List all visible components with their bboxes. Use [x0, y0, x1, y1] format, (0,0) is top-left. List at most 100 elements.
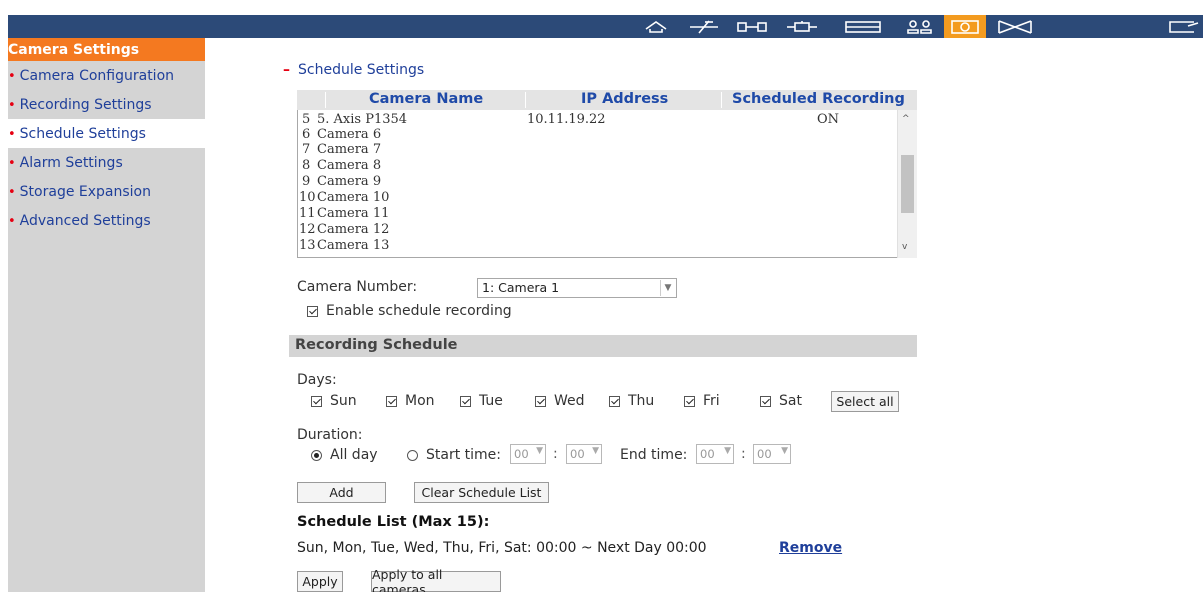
all-day-label: All day	[330, 447, 378, 463]
day-label: Thu	[628, 393, 655, 409]
day-label: Sun	[330, 393, 357, 409]
checkbox-icon[interactable]	[609, 395, 620, 407]
scrollbar-thumb[interactable]	[901, 155, 914, 213]
column-camera-name: Camera Name	[369, 91, 484, 107]
day-sat-checkbox[interactable]: Sat	[760, 393, 802, 409]
enable-schedule-checkbox[interactable]: Enable schedule recording	[307, 303, 512, 319]
sidebar-item-label: Alarm Settings	[19, 155, 123, 171]
sidebar: Camera Settings • Camera Configuration • R…	[8, 38, 205, 592]
scroll-up-icon[interactable]: ^	[902, 114, 910, 124]
users-icon[interactable]	[900, 15, 940, 38]
checkbox-icon[interactable]	[684, 395, 695, 407]
camera-row-number: 10	[299, 190, 316, 205]
bullet-icon: •	[8, 214, 16, 229]
camera-row[interactable]: 13 Camera 13	[298, 238, 898, 253]
scroll-down-icon[interactable]: v	[902, 242, 907, 252]
mail-icon[interactable]	[990, 15, 1040, 38]
start-minute-select[interactable]: 00 ▼	[566, 444, 602, 464]
camera-row-name: Camera 7	[317, 142, 382, 157]
start-hour-value: 00	[514, 447, 529, 461]
end-minute-select[interactable]: 00 ▼	[753, 444, 791, 464]
camera-table-header: Camera Name IP Address Scheduled Recordi…	[297, 90, 917, 110]
sidebar-item-advanced-settings[interactable]: • Advanced Settings	[8, 206, 205, 235]
camera-row[interactable]: 6 Camera 6	[298, 127, 898, 142]
camera-row[interactable]: 10 Camera 10	[298, 190, 898, 205]
clear-schedule-list-button[interactable]: Clear Schedule List	[414, 482, 549, 503]
sidebar-item-label: Storage Expansion	[19, 184, 151, 200]
home-icon[interactable]	[636, 15, 676, 38]
camera-number-select[interactable]: 1: Camera 1 ▼	[477, 278, 677, 298]
camera-row-number: 5	[302, 112, 311, 127]
start-time-label: Start time:	[426, 447, 501, 463]
camera-row[interactable]: 11 Camera 11	[298, 206, 898, 221]
sidebar-item-recording-settings[interactable]: • Recording Settings	[8, 90, 205, 119]
duration-label: Duration:	[297, 427, 363, 443]
checkbox-icon[interactable]	[307, 305, 318, 317]
radio-icon[interactable]	[311, 449, 322, 461]
sidebar-title: Camera Settings	[8, 38, 205, 61]
camera-list-scrollbar[interactable]: ^ v	[897, 110, 917, 258]
camera-row-number: 11	[299, 206, 316, 221]
collapse-icon[interactable]: –	[283, 62, 290, 78]
sidebar-item-alarm-settings[interactable]: • Alarm Settings	[8, 148, 205, 177]
checkbox-icon[interactable]	[760, 395, 771, 407]
checkbox-icon[interactable]	[311, 395, 322, 407]
exit-icon[interactable]	[1160, 15, 1203, 38]
sidebar-item-label: Advanced Settings	[19, 213, 151, 229]
all-day-radio[interactable]: All day	[311, 447, 378, 463]
select-all-button[interactable]: Select all	[831, 391, 899, 412]
end-minute-value: 00	[757, 447, 772, 461]
bullet-icon: •	[8, 127, 16, 142]
camera-row-name: Camera 12	[317, 222, 390, 237]
day-mon-checkbox[interactable]: Mon	[386, 393, 435, 409]
end-hour-select[interactable]: 00 ▼	[696, 444, 734, 464]
days-label: Days:	[297, 372, 337, 388]
apply-to-all-cameras-button[interactable]: Apply to all cameras	[371, 567, 501, 592]
day-label: Tue	[479, 393, 503, 409]
day-fri-checkbox[interactable]: Fri	[684, 393, 720, 409]
chevron-down-icon: ▼	[660, 280, 675, 296]
sidebar-item-label: Recording Settings	[19, 97, 152, 113]
chevron-down-icon: ▼	[592, 446, 599, 456]
camera-list[interactable]: 5 5. Axis P1354 10.11.19.22 ON 6 Camera …	[297, 110, 917, 258]
camera-row[interactable]: 5 5. Axis P1354 10.11.19.22 ON	[298, 112, 898, 127]
start-hour-select[interactable]: 00 ▼	[510, 444, 546, 464]
camera-number-label: Camera Number:	[297, 279, 418, 295]
sidebar-item-storage-expansion[interactable]: • Storage Expansion	[8, 177, 205, 206]
camera-icon[interactable]	[944, 15, 986, 38]
section-title[interactable]: – Schedule Settings	[283, 62, 424, 78]
camera-row[interactable]: 9 Camera 9	[298, 174, 898, 189]
camera-row-name: Camera 11	[317, 206, 390, 221]
top-navigation-bar	[0, 0, 1203, 38]
add-button[interactable]: Add	[297, 482, 386, 503]
day-thu-checkbox[interactable]: Thu	[609, 393, 654, 409]
camera-row-name: Camera 8	[317, 158, 382, 173]
camera-row-number: 7	[302, 142, 311, 157]
schedule-list-entry: Sun, Mon, Tue, Wed, Thu, Fri, Sat: 00:00…	[297, 540, 707, 556]
camera-number-value: 1: Camera 1	[482, 280, 560, 295]
apply-button[interactable]: Apply	[297, 571, 343, 592]
sidebar-item-camera-configuration[interactable]: • Camera Configuration	[8, 61, 205, 90]
column-scheduled-recording: Scheduled Recording	[732, 91, 905, 107]
day-label: Sat	[779, 393, 802, 409]
day-sun-checkbox[interactable]: Sun	[311, 393, 357, 409]
start-time-radio[interactable]: Start time:	[407, 447, 501, 463]
camera-row[interactable]: 7 Camera 7	[298, 142, 898, 157]
sidebar-item-schedule-settings[interactable]: • Schedule Settings	[8, 119, 205, 148]
main-content: – Schedule Settings Camera Name IP Addres…	[205, 38, 1203, 592]
camera-row[interactable]: 8 Camera 8	[298, 158, 898, 173]
section-title-label: Schedule Settings	[298, 62, 425, 78]
day-wed-checkbox[interactable]: Wed	[535, 393, 585, 409]
camera-row-name: Camera 13	[317, 238, 390, 253]
device-icon[interactable]	[782, 15, 822, 38]
camera-row[interactable]: 12 Camera 12	[298, 222, 898, 237]
plane-icon[interactable]	[684, 15, 724, 38]
remove-link[interactable]: Remove	[779, 540, 842, 556]
day-tue-checkbox[interactable]: Tue	[460, 393, 503, 409]
network-icon[interactable]	[732, 15, 772, 38]
checkbox-icon[interactable]	[386, 395, 397, 407]
panel-icon[interactable]	[838, 15, 888, 38]
checkbox-icon[interactable]	[460, 395, 471, 407]
radio-icon[interactable]	[407, 449, 418, 461]
checkbox-icon[interactable]	[535, 395, 546, 407]
